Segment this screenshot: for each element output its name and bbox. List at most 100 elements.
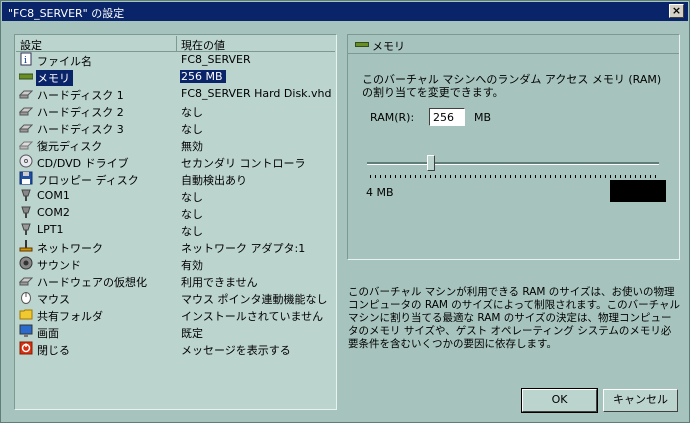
slider-tick [580, 175, 581, 178]
slider-tick [385, 175, 386, 178]
list-item-value: 256 MB [180, 70, 226, 83]
cd-icon [19, 154, 33, 168]
list-item[interactable]: ハードディスク 1 FC8_SERVER Hard Disk.vhd [16, 85, 335, 102]
slider-tick [655, 175, 656, 178]
slider-tick [625, 175, 626, 178]
info-icon: i [19, 52, 33, 66]
list-item-value: FC8_SERVER [181, 53, 251, 66]
slider-tick [555, 175, 556, 178]
slider-tick [410, 175, 411, 178]
list-item[interactable]: CD/DVD ドライブ セカンダリ コントローラ [16, 153, 335, 170]
slider-tick [620, 175, 621, 178]
slider-tick [510, 175, 511, 178]
list-item[interactable]: 閉じる メッセージを表示する [16, 340, 335, 357]
list-item-value: なし [181, 208, 203, 221]
list-item[interactable]: COM2 なし [16, 204, 335, 221]
ram-info-text: このバーチャル マシンが利用できる RAM のサイズは、お使いの物理コンピュータ… [348, 286, 680, 350]
list-item[interactable]: メモリ 256 MB [16, 68, 335, 86]
slider-tick [490, 175, 491, 178]
slider-tick [500, 175, 501, 178]
list-item-label: CD/DVD ドライブ [37, 157, 129, 170]
slider-max-label-box [610, 180, 666, 202]
list-item-label: 復元ディスク [37, 140, 103, 153]
list-item-label: ハードディスク 2 [37, 106, 124, 119]
list-item[interactable]: ネットワーク ネットワーク アダプタ:1 [16, 238, 335, 255]
slider-tick [615, 175, 616, 178]
slider-tick [590, 175, 591, 178]
mouse-icon [19, 290, 33, 304]
folder-icon [19, 307, 33, 321]
slider-tick [435, 175, 436, 178]
harddisk-icon [18, 86, 34, 100]
settings-window: "FC8_SERVER" の設定 × 設定 現在の値 i ファイル名 FC8_SER… [0, 0, 690, 423]
list-item-value: 利用できません [181, 276, 258, 289]
memory-panel-title: メモリ [372, 40, 405, 53]
slider-tick [600, 175, 601, 178]
slider-tick [525, 175, 526, 178]
slider-tick [460, 175, 461, 178]
close-button[interactable]: × [669, 4, 684, 18]
list-item-value: 既定 [181, 327, 203, 340]
list-item[interactable]: ハードウェアの仮想化 利用できません [16, 272, 335, 289]
list-item[interactable]: ハードディスク 2 なし [16, 102, 335, 119]
memory-panel: メモリ このバーチャル マシンへのランダム アクセス メモリ (RAM) の割り… [347, 34, 680, 260]
list-item[interactable]: 復元ディスク 無効 [16, 136, 335, 153]
slider-tick [370, 175, 371, 178]
list-item[interactable]: フロッピー ディスク 自動検出あり [16, 170, 335, 187]
list-item-value: マウス ポインタ連動機能なし [181, 293, 328, 306]
list-item-label: LPT1 [37, 223, 64, 236]
header-separator[interactable] [176, 36, 177, 51]
slider-tick [550, 175, 551, 178]
list-item-value: メッセージを表示する [181, 344, 291, 357]
list-item-label: COM2 [37, 206, 70, 219]
hardware-virtualization-icon [18, 273, 34, 287]
list-item[interactable]: 画面 既定 [16, 323, 335, 340]
slider-tick [400, 175, 401, 178]
list-item-label: サウンド [37, 259, 81, 272]
list-item-value: 無効 [181, 140, 203, 153]
slider-tick [495, 175, 496, 178]
ram-label: RAM(R): [370, 111, 415, 124]
ok-button[interactable]: OK [521, 388, 598, 413]
list-item-value: なし [181, 191, 203, 204]
list-header: 設定 現在の値 [16, 36, 335, 52]
list-item[interactable]: ハードディスク 3 なし [16, 119, 335, 136]
list-item-value: ネットワーク アダプタ:1 [181, 242, 306, 255]
list-item[interactable]: i ファイル名 FC8_SERVER [16, 51, 335, 68]
list-item[interactable]: サウンド 有効 [16, 255, 335, 272]
slider-tick [595, 175, 596, 178]
slider-tick [455, 175, 456, 178]
display-icon [19, 324, 33, 338]
list-item-label: 共有フォルダ [37, 310, 103, 323]
slider-tick [485, 175, 486, 178]
svg-text:i: i [24, 56, 27, 66]
list-item-value: 自動検出あり [181, 174, 247, 187]
ram-slider-thumb[interactable] [427, 155, 436, 171]
slider-tick [480, 175, 481, 178]
slider-tick [420, 175, 421, 178]
list-item[interactable]: マウス マウス ポインタ連動機能なし [16, 289, 335, 306]
slider-tick [605, 175, 606, 178]
slider-tick [575, 175, 576, 178]
list-item[interactable]: COM1 なし [16, 187, 335, 204]
slider-tick [610, 175, 611, 178]
list-item[interactable]: LPT1 なし [16, 221, 335, 238]
ram-slider-track[interactable] [367, 162, 659, 165]
slider-tick [415, 175, 416, 178]
slider-tick [430, 175, 431, 178]
harddisk-icon [18, 120, 34, 134]
ram-input[interactable]: 256 [429, 108, 465, 126]
slider-tick [645, 175, 646, 178]
list-item-label: ファイル名 [37, 55, 92, 68]
slider-tick [640, 175, 641, 178]
list-item-label: メモリ [36, 70, 73, 86]
slider-tick [635, 175, 636, 178]
slider-tick [445, 175, 446, 178]
slider-tick [425, 175, 426, 178]
settings-list: 設定 現在の値 i ファイル名 FC8_SERVER メモリ 256 MB ハードディスク… [14, 34, 337, 410]
slider-tick [560, 175, 561, 178]
list-item[interactable]: 共有フォルダ インストールされていません [16, 306, 335, 323]
cancel-button[interactable]: キャンセル [603, 389, 678, 412]
list-item-label: ハードディスク 1 [37, 89, 124, 102]
slider-tick [465, 175, 466, 178]
